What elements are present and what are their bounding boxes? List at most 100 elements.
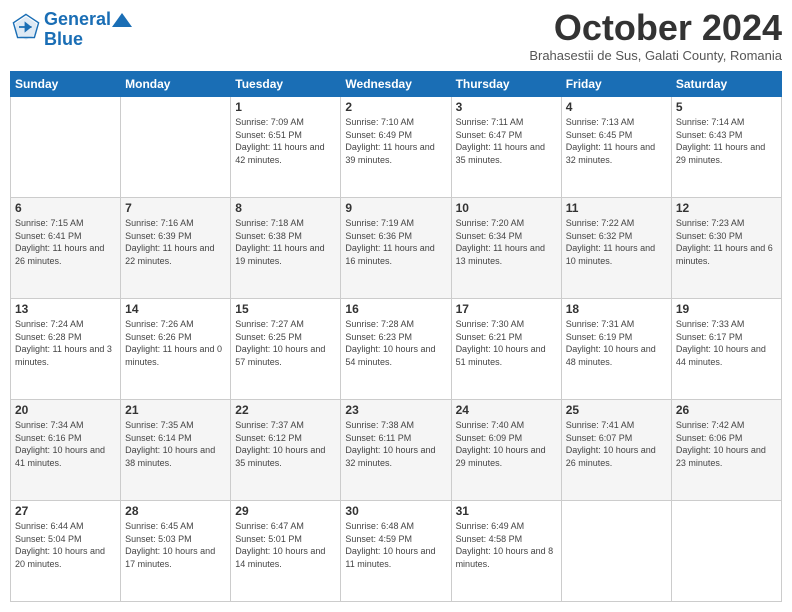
calendar-cell: 6Sunrise: 7:15 AMSunset: 6:41 PMDaylight… [11,198,121,299]
cell-sun-info: Sunrise: 7:26 AMSunset: 6:26 PMDaylight:… [125,318,226,368]
cell-sun-info: Sunrise: 7:19 AMSunset: 6:36 PMDaylight:… [345,217,446,267]
header: General Blue October 2024 Brahasestii de… [10,10,782,63]
cell-sun-info: Sunrise: 7:33 AMSunset: 6:17 PMDaylight:… [676,318,777,368]
cell-day-number: 13 [15,302,116,316]
calendar-cell: 7Sunrise: 7:16 AMSunset: 6:39 PMDaylight… [121,198,231,299]
logo-icon [12,13,40,41]
cell-day-number: 25 [566,403,667,417]
calendar-cell: 19 Sunrise: 7:33 AMSunset: 6:17 PMDayligh… [671,299,781,400]
calendar-cell: 20 Sunrise: 7:34 AMSunset: 6:16 PMDayligh… [11,400,121,501]
cell-sun-info: Sunrise: 7:30 AMSunset: 6:21 PMDaylight:… [456,318,557,368]
logo-line2: Blue [44,30,132,50]
cell-sun-info: Sunrise: 7:42 AMSunset: 6:06 PMDaylight:… [676,419,777,469]
days-header-row: SundayMondayTuesdayWednesdayThursdayFrid… [11,72,782,97]
day-header-thursday: Thursday [451,72,561,97]
logo-line1: General [44,9,111,29]
cell-sun-info: Sunrise: 7:24 AMSunset: 6:28 PMDaylight:… [15,318,116,368]
cell-day-number: 18 [566,302,667,316]
calendar-cell: 30 Sunrise: 6:48 AMSunset: 4:59 PMDayligh… [341,501,451,602]
cell-sun-info: Sunrise: 6:44 AMSunset: 5:04 PMDaylight:… [15,520,116,570]
day-header-tuesday: Tuesday [231,72,341,97]
calendar-cell [671,501,781,602]
cell-sun-info: Sunrise: 7:31 AMSunset: 6:19 PMDaylight:… [566,318,667,368]
logo: General Blue [10,10,132,50]
cell-day-number: 15 [235,302,336,316]
title-block: October 2024 Brahasestii de Sus, Galati … [529,10,782,63]
cell-day-number: 29 [235,504,336,518]
cell-day-number: 20 [15,403,116,417]
cell-day-number: 19 [676,302,777,316]
cell-day-number: 14 [125,302,226,316]
month-title: October 2024 [529,10,782,46]
cell-day-number: 27 [15,504,116,518]
day-header-monday: Monday [121,72,231,97]
calendar-cell: 1 Sunrise: 7:09 AMSunset: 6:51 PMDaylight… [231,97,341,198]
day-header-sunday: Sunday [11,72,121,97]
cell-sun-info: Sunrise: 7:10 AMSunset: 6:49 PMDaylight:… [345,116,446,166]
week-row-3: 13 Sunrise: 7:24 AMSunset: 6:28 PMDayligh… [11,299,782,400]
cell-sun-info: Sunrise: 7:09 AMSunset: 6:51 PMDaylight:… [235,116,336,166]
cell-day-number: 6 [15,201,116,215]
calendar-cell: 23Sunrise: 7:38 AMSunset: 6:11 PMDayligh… [341,400,451,501]
calendar-cell: 25 Sunrise: 7:41 AMSunset: 6:07 PMDayligh… [561,400,671,501]
calendar-cell: 14 Sunrise: 7:26 AMSunset: 6:26 PMDayligh… [121,299,231,400]
cell-day-number: 2 [345,100,446,114]
cell-sun-info: Sunrise: 7:18 AMSunset: 6:38 PMDaylight:… [235,217,336,267]
cell-day-number: 16 [345,302,446,316]
day-header-saturday: Saturday [671,72,781,97]
cell-day-number: 9 [345,201,446,215]
cell-sun-info: Sunrise: 7:34 AMSunset: 6:16 PMDaylight:… [15,419,116,469]
cell-day-number: 17 [456,302,557,316]
day-header-wednesday: Wednesday [341,72,451,97]
page: General Blue October 2024 Brahasestii de… [0,0,792,612]
calendar-cell [11,97,121,198]
cell-day-number: 3 [456,100,557,114]
cell-sun-info: Sunrise: 7:20 AMSunset: 6:34 PMDaylight:… [456,217,557,267]
cell-sun-info: Sunrise: 7:41 AMSunset: 6:07 PMDaylight:… [566,419,667,469]
calendar-cell: 3 Sunrise: 7:11 AMSunset: 6:47 PMDaylight… [451,97,561,198]
calendar-cell [121,97,231,198]
cell-day-number: 24 [456,403,557,417]
calendar-cell: 2 Sunrise: 7:10 AMSunset: 6:49 PMDaylight… [341,97,451,198]
calendar-cell: 10Sunrise: 7:20 AMSunset: 6:34 PMDayligh… [451,198,561,299]
cell-day-number: 31 [456,504,557,518]
calendar-cell: 11Sunrise: 7:22 AMSunset: 6:32 PMDayligh… [561,198,671,299]
calendar-cell: 28Sunrise: 6:45 AMSunset: 5:03 PMDayligh… [121,501,231,602]
calendar-cell: 26 Sunrise: 7:42 AMSunset: 6:06 PMDayligh… [671,400,781,501]
cell-day-number: 4 [566,100,667,114]
cell-sun-info: Sunrise: 7:13 AMSunset: 6:45 PMDaylight:… [566,116,667,166]
calendar-cell: 13 Sunrise: 7:24 AMSunset: 6:28 PMDayligh… [11,299,121,400]
calendar-table: SundayMondayTuesdayWednesdayThursdayFrid… [10,71,782,602]
week-row-1: 1 Sunrise: 7:09 AMSunset: 6:51 PMDaylight… [11,97,782,198]
calendar-cell: 17 Sunrise: 7:30 AMSunset: 6:21 PMDayligh… [451,299,561,400]
calendar-cell: 8 Sunrise: 7:18 AMSunset: 6:38 PMDaylight… [231,198,341,299]
cell-day-number: 22 [235,403,336,417]
week-row-2: 6Sunrise: 7:15 AMSunset: 6:41 PMDaylight… [11,198,782,299]
cell-day-number: 12 [676,201,777,215]
calendar-cell: 15Sunrise: 7:27 AMSunset: 6:25 PMDayligh… [231,299,341,400]
calendar-cell: 16 Sunrise: 7:28 AMSunset: 6:23 PMDayligh… [341,299,451,400]
week-row-5: 27 Sunrise: 6:44 AMSunset: 5:04 PMDayligh… [11,501,782,602]
day-header-friday: Friday [561,72,671,97]
cell-sun-info: Sunrise: 7:28 AMSunset: 6:23 PMDaylight:… [345,318,446,368]
cell-day-number: 1 [235,100,336,114]
cell-sun-info: Sunrise: 7:40 AMSunset: 6:09 PMDaylight:… [456,419,557,469]
cell-day-number: 7 [125,201,226,215]
cell-sun-info: Sunrise: 6:48 AMSunset: 4:59 PMDaylight:… [345,520,446,570]
calendar-cell: 4 Sunrise: 7:13 AMSunset: 6:45 PMDaylight… [561,97,671,198]
calendar-cell: 22Sunrise: 7:37 AMSunset: 6:12 PMDayligh… [231,400,341,501]
cell-sun-info: Sunrise: 6:45 AMSunset: 5:03 PMDaylight:… [125,520,226,570]
location-subtitle: Brahasestii de Sus, Galati County, Roman… [529,48,782,63]
cell-day-number: 26 [676,403,777,417]
cell-day-number: 8 [235,201,336,215]
calendar-cell: 24 Sunrise: 7:40 AMSunset: 6:09 PMDayligh… [451,400,561,501]
logo-triangle [112,13,132,27]
cell-sun-info: Sunrise: 7:14 AMSunset: 6:43 PMDaylight:… [676,116,777,166]
calendar-cell: 29Sunrise: 6:47 AMSunset: 5:01 PMDayligh… [231,501,341,602]
cell-sun-info: Sunrise: 7:38 AMSunset: 6:11 PMDaylight:… [345,419,446,469]
cell-day-number: 30 [345,504,446,518]
cell-day-number: 5 [676,100,777,114]
cell-sun-info: Sunrise: 7:11 AMSunset: 6:47 PMDaylight:… [456,116,557,166]
calendar-cell: 12Sunrise: 7:23 AMSunset: 6:30 PMDayligh… [671,198,781,299]
logo-text: General [44,10,132,30]
